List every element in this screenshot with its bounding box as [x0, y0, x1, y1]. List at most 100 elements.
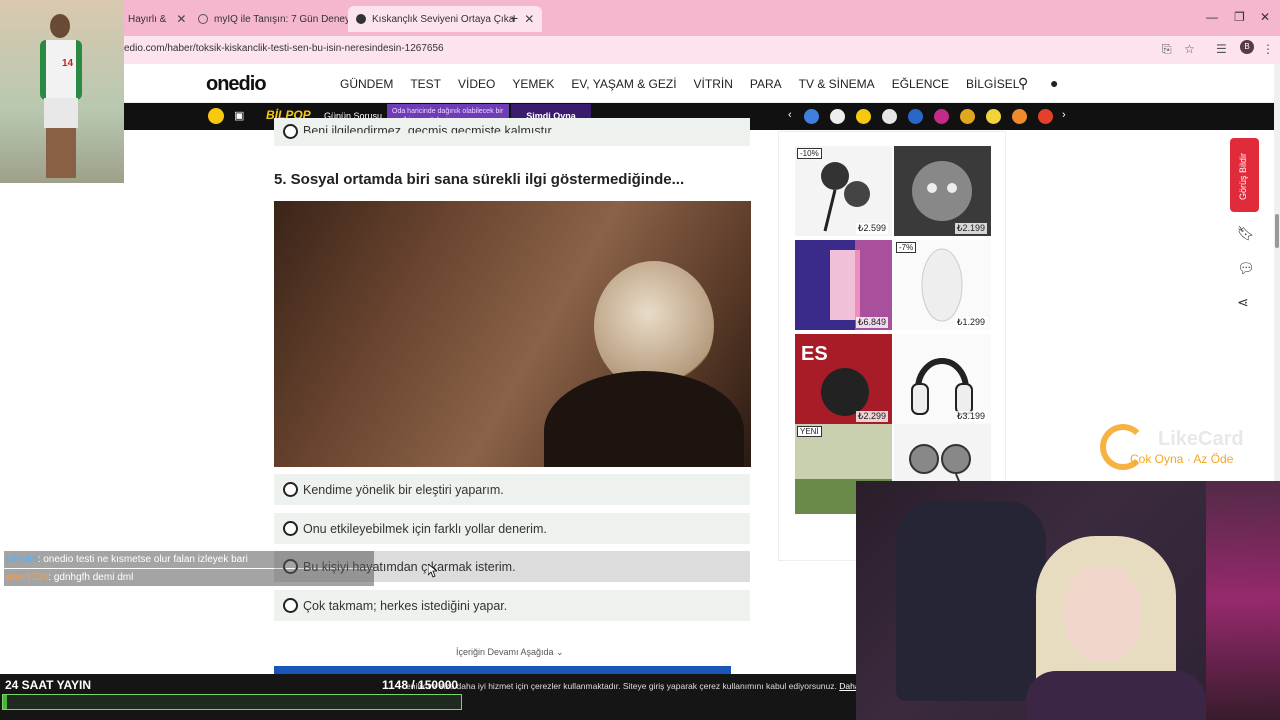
overlay-photo: 14 — [0, 0, 124, 183]
game-icon[interactable] — [960, 109, 975, 124]
goal-progress-bar — [2, 694, 462, 710]
radio-circle — [283, 598, 298, 613]
game-icon[interactable] — [1012, 109, 1027, 124]
ad-game-art[interactable]: ₺6.849 — [795, 240, 892, 330]
ad-earphones[interactable]: -10% ₺2.599 — [795, 146, 892, 236]
chat-message: oner123h: gdnhgfh demi dml — [4, 569, 374, 586]
ad-headset[interactable]: ₺3.199 — [894, 334, 991, 424]
nav-bilgisel[interactable]: BİLGİSEL — [966, 77, 1019, 91]
feedback-button[interactable]: Görüş Bildir — [1230, 138, 1259, 212]
site-header: onedio GÜNDEM TEST VİDEO YEMEK EV, YAŞAM… — [124, 64, 1280, 103]
ad-price: ₺1.299 — [954, 317, 987, 328]
user-icon[interactable]: ● — [1050, 75, 1058, 91]
neon-light — [1206, 481, 1280, 720]
radio-circle — [283, 124, 298, 139]
jersey-number: 14 — [62, 58, 74, 69]
card-icon: ▣ — [234, 110, 245, 122]
radio-circle — [283, 482, 298, 497]
tab-1[interactable]: Hayırlı & ✕ — [120, 8, 194, 30]
nav-gundem[interactable]: GÜNDEM — [340, 77, 393, 91]
profile-avatar[interactable]: B — [1240, 40, 1254, 54]
chat-text: : gdnhgfh demi dml — [48, 572, 134, 583]
streamer-webcam — [856, 481, 1280, 720]
nav-tv-sinema[interactable]: TV & SİNEMA — [799, 77, 875, 91]
chat-username: jafenks — [6, 554, 38, 565]
chat-username: oner123h — [6, 572, 49, 583]
ad-price: ₺6.849 — [855, 317, 888, 328]
question-gif — [274, 201, 751, 467]
tab-label: myIQ ile Tanışın: 7 Gün Deneyi — [214, 13, 353, 25]
gaming-chair — [896, 501, 1046, 701]
mouse-cursor-icon — [428, 564, 437, 578]
reading-list-icon[interactable]: ☰ — [1216, 42, 1227, 56]
previous-answer-option[interactable]: Beni ilgilendirmez, geçmiş geçmişte kalm… — [274, 118, 750, 146]
streamer-face — [1064, 566, 1142, 661]
nav-yemek[interactable]: YEMEK — [512, 77, 554, 91]
answer-option-2[interactable]: Onu etkileyebilmek için farklı yollar de… — [274, 513, 750, 544]
option-label: Beni ilgilendirmez, geçmiş geçmişte kalm… — [303, 124, 555, 138]
stream-title: 24 SAAT YAYIN — [5, 678, 92, 692]
ad-mouse[interactable]: -7% ₺1.299 — [894, 240, 991, 330]
cookie-text: enilik ve size daha iyi hizmet için çere… — [406, 681, 837, 691]
game-icon[interactable] — [1038, 109, 1053, 124]
game-icon[interactable] — [830, 109, 845, 124]
ad-price: ₺3.199 — [954, 411, 987, 422]
address-bar: edio.com/haber/toksik-kiskanclik-testi-s… — [0, 36, 1280, 64]
browser-tabbar: Hayırlı & ✕ myIQ ile Tanışın: 7 Gün Dene… — [0, 0, 1280, 36]
maximize-icon[interactable]: ❐ — [1234, 10, 1245, 24]
goal-progress-fill — [3, 695, 7, 709]
photo-figure-shorts — [44, 98, 78, 128]
game-icon[interactable] — [908, 109, 923, 124]
nav-ev-yasam[interactable]: EV, YAŞAM & GEZİ — [571, 77, 676, 91]
nav-vitrin[interactable]: VİTRİN — [694, 77, 733, 91]
nav-para[interactable]: PARA — [750, 77, 782, 91]
game-icon[interactable] — [804, 109, 819, 124]
discount-badge: -10% — [797, 148, 822, 159]
game-icon[interactable] — [934, 109, 949, 124]
ad-esports-art[interactable]: ES ₺2.299 — [795, 334, 892, 424]
game-icon[interactable] — [986, 109, 1001, 124]
bookmark-star-icon[interactable]: ☆ — [1184, 42, 1195, 56]
photo-figure-legs — [46, 128, 76, 178]
likecard-name: LikeCard — [1158, 428, 1244, 450]
discount-badge: -7% — [896, 242, 917, 253]
continue-below-label[interactable]: İçeriğin Devamı Aşağıda ⌄ — [456, 647, 564, 658]
goal-counter: 1148 / 150000 — [382, 678, 459, 692]
comments-icon[interactable]: 💬︎ — [1237, 260, 1255, 277]
chat-text: : onedio testi ne kısmetse olur falan iz… — [37, 554, 248, 565]
nav-video[interactable]: VİDEO — [458, 77, 495, 91]
game-icon[interactable] — [882, 109, 897, 124]
chat-message: jafenks: onedio testi ne kısmetse olur f… — [4, 551, 374, 568]
answer-option-4[interactable]: Çok takmam; herkes istediğini yapar. — [274, 590, 750, 621]
nav-test[interactable]: TEST — [410, 77, 441, 91]
search-icon[interactable]: ⚲ — [1018, 75, 1028, 92]
close-icon[interactable]: ✕ — [524, 12, 534, 26]
minimize-icon[interactable]: — — [1206, 10, 1218, 24]
option-label: Kendime yönelik bir eleştiri yaparım. — [303, 482, 504, 497]
close-window-icon[interactable]: ✕ — [1260, 10, 1270, 24]
menu-dots-icon[interactable]: ⋮ — [1262, 42, 1274, 56]
likecard-watermark: LikeCard Çok Oyna · Az Öde — [1100, 424, 1270, 472]
close-icon[interactable]: ✕ — [176, 12, 186, 26]
site-logo[interactable]: onedio — [206, 73, 267, 96]
cookie-more-link[interactable]: Daha fazla bilg — [839, 681, 856, 691]
share-icon[interactable]: ⋖ — [1237, 294, 1249, 311]
photo-figure-head — [50, 14, 70, 38]
bookmark-icon[interactable]: 🔖︎ — [1237, 225, 1255, 242]
install-icon[interactable]: ⎘ — [1162, 42, 1172, 57]
ad-anime-art[interactable]: ₺2.199 — [894, 146, 991, 236]
option-label: Onu etkileyebilmek için farklı yollar de… — [303, 521, 547, 536]
answer-option-1[interactable]: Kendime yönelik bir eleştiri yaparım. — [274, 474, 750, 505]
new-tab-icon[interactable]: + — [510, 10, 518, 26]
ad-price: ₺2.599 — [855, 223, 888, 234]
cookie-notice: enilik ve size daha iyi hizmet için çere… — [406, 681, 856, 691]
feedback-label: Görüş Bildir — [1238, 152, 1248, 200]
question-title: 5. Sosyal ortamda biri sana sürekli ilgi… — [274, 171, 685, 188]
game-icon[interactable] — [856, 109, 871, 124]
nav-eglence[interactable]: EĞLENCE — [892, 77, 949, 91]
chevron-left-icon[interactable]: ‹ — [788, 109, 792, 121]
url-field[interactable]: edio.com/haber/toksik-kiskanclik-testi-s… — [124, 43, 444, 54]
svg-text:ES: ES — [801, 343, 828, 365]
chevron-right-icon[interactable]: › — [1062, 109, 1066, 121]
scrollbar-thumb[interactable] — [1275, 214, 1279, 248]
